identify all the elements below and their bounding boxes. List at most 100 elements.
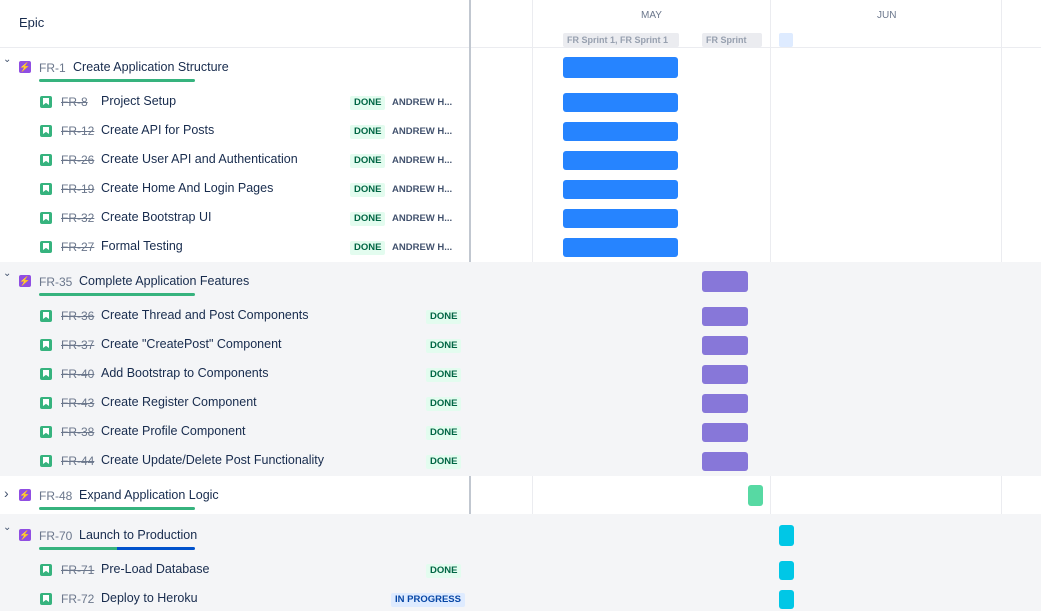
issue-summary[interactable]: Create Profile Component — [101, 424, 246, 438]
assignee-name[interactable]: ANDREW H... — [392, 184, 452, 195]
assignee-name[interactable]: ANDREW H... — [392, 242, 452, 253]
issue-summary[interactable]: Project Setup — [101, 94, 176, 108]
issue-key[interactable]: FR-32 — [61, 211, 94, 225]
epic-timeline-bar[interactable] — [748, 485, 763, 506]
assignee-name[interactable]: ANDREW H... — [392, 155, 452, 166]
issue-summary[interactable]: Create Update/Delete Post Functionality — [101, 453, 324, 467]
issue-row[interactable]: FR-71 Pre-Load Database DONE — [0, 556, 469, 585]
sprint-marker-future[interactable] — [779, 33, 793, 47]
epic-timeline-bar[interactable] — [563, 57, 678, 78]
status-lozenge[interactable]: DONE — [350, 154, 386, 168]
issue-row[interactable]: FR-37 Create "CreatePost" Component DONE — [0, 331, 469, 360]
issue-key[interactable]: FR-36 — [61, 309, 94, 323]
issue-timeline-bar[interactable] — [563, 151, 678, 170]
issue-summary[interactable]: Create Thread and Post Components — [101, 308, 309, 322]
chevron-right-icon[interactable]: › — [4, 485, 9, 501]
issue-timeline-bar[interactable] — [779, 561, 794, 580]
issue-row[interactable]: FR-26 Create User API and Authentication D… — [0, 146, 469, 175]
issue-row[interactable]: FR-44 Create Update/Delete Post Functiona… — [0, 447, 469, 476]
issue-summary[interactable]: Pre-Load Database — [101, 562, 209, 576]
issue-key[interactable]: FR-44 — [61, 454, 94, 468]
issue-key[interactable]: FR-71 — [61, 563, 94, 577]
issue-timeline-bar[interactable] — [563, 93, 678, 112]
issue-timeline-bar[interactable] — [702, 452, 748, 471]
epic-row[interactable]: ⌄ ⚡ FR-70 Launch to Production — [0, 518, 469, 552]
epic-key[interactable]: FR-70 — [39, 529, 72, 543]
issue-timeline-bar[interactable] — [779, 590, 794, 609]
chevron-down-icon[interactable]: ⌄ — [3, 268, 11, 279]
status-lozenge[interactable]: DONE — [426, 310, 462, 324]
issue-key[interactable]: FR-8 — [61, 95, 88, 109]
epic-row[interactable]: › ⚡ FR-48 Expand Application Logic — [0, 478, 469, 512]
status-lozenge[interactable]: DONE — [350, 183, 386, 197]
issue-timeline-bar[interactable] — [563, 209, 678, 228]
assignee-name[interactable]: ANDREW H... — [392, 213, 452, 224]
epic-timeline-bar[interactable] — [702, 271, 748, 292]
issue-timeline-bar[interactable] — [563, 180, 678, 199]
status-lozenge[interactable]: DONE — [426, 564, 462, 578]
sprint-marker[interactable]: FR Sprint — [702, 33, 762, 47]
status-lozenge[interactable]: DONE — [350, 125, 386, 139]
story-icon — [40, 183, 52, 195]
issue-summary[interactable]: Create Home And Login Pages — [101, 181, 273, 195]
issue-summary[interactable]: Create User API and Authentication — [101, 152, 298, 166]
issue-timeline-bar[interactable] — [702, 365, 748, 384]
issue-summary[interactable]: Create Register Component — [101, 395, 257, 409]
status-lozenge[interactable]: DONE — [350, 241, 386, 255]
issue-key[interactable]: FR-72 — [61, 592, 94, 606]
epic-key[interactable]: FR-35 — [39, 275, 72, 289]
status-lozenge[interactable]: DONE — [426, 426, 462, 440]
issue-row[interactable]: FR-32 Create Bootstrap UI DONE ANDREW H... — [0, 204, 469, 233]
issue-timeline-bar[interactable] — [702, 336, 748, 355]
issue-key[interactable]: FR-27 — [61, 240, 94, 254]
issue-timeline-bar[interactable] — [702, 423, 748, 442]
issue-timeline-bar[interactable] — [702, 307, 748, 326]
issue-key[interactable]: FR-26 — [61, 153, 94, 167]
issue-key[interactable]: FR-12 — [61, 124, 94, 138]
issue-row[interactable]: FR-36 Create Thread and Post Components DO… — [0, 302, 469, 331]
epic-key[interactable]: FR-1 — [39, 61, 66, 75]
issue-summary[interactable]: Deploy to Heroku — [101, 591, 198, 605]
epic-row[interactable]: ⌄ ⚡ FR-35 Complete Application Features — [0, 264, 469, 298]
issue-key[interactable]: FR-19 — [61, 182, 94, 196]
status-lozenge[interactable]: IN PROGRESS — [391, 593, 465, 607]
issue-summary[interactable]: Create API for Posts — [101, 123, 214, 137]
status-lozenge[interactable]: DONE — [426, 368, 462, 382]
issue-row[interactable]: FR-72 Deploy to Heroku IN PROGRESS — [0, 585, 469, 614]
assignee-name[interactable]: ANDREW H... — [392, 126, 452, 137]
status-lozenge[interactable]: DONE — [426, 397, 462, 411]
issue-row[interactable]: FR-8 Project Setup DONE ANDREW H... — [0, 88, 469, 117]
issue-row[interactable]: FR-43 Create Register Component DONE — [0, 389, 469, 418]
status-lozenge[interactable]: DONE — [350, 212, 386, 226]
chevron-down-icon[interactable]: ⌄ — [3, 54, 11, 65]
issue-key[interactable]: FR-43 — [61, 396, 94, 410]
issue-summary[interactable]: Create Bootstrap UI — [101, 210, 211, 224]
status-lozenge[interactable]: DONE — [426, 455, 462, 469]
issue-timeline-bar[interactable] — [702, 394, 748, 413]
issue-row[interactable]: FR-38 Create Profile Component DONE — [0, 418, 469, 447]
issue-summary[interactable]: Add Bootstrap to Components — [101, 366, 268, 380]
assignee-name[interactable]: ANDREW H... — [392, 97, 452, 108]
epic-summary[interactable]: Expand Application Logic — [79, 488, 219, 502]
status-lozenge[interactable]: DONE — [350, 96, 386, 110]
epic-summary[interactable]: Launch to Production — [79, 528, 197, 542]
sprint-marker[interactable]: FR Sprint 1, FR Sprint 1 — [563, 33, 679, 47]
issue-timeline-bar[interactable] — [563, 238, 678, 257]
issue-summary[interactable]: Create "CreatePost" Component — [101, 337, 282, 351]
issue-key[interactable]: FR-38 — [61, 425, 94, 439]
issue-row[interactable]: FR-27 Formal Testing DONE ANDREW H... — [0, 233, 469, 262]
issue-key[interactable]: FR-37 — [61, 338, 94, 352]
issue-row[interactable]: FR-40 Add Bootstrap to Components DONE — [0, 360, 469, 389]
chevron-down-icon[interactable]: ⌄ — [3, 522, 11, 533]
epic-timeline-bar[interactable] — [779, 525, 794, 546]
status-lozenge[interactable]: DONE — [426, 339, 462, 353]
issue-row[interactable]: FR-19 Create Home And Login Pages DONE ANDR… — [0, 175, 469, 204]
issue-key[interactable]: FR-40 — [61, 367, 94, 381]
epic-summary[interactable]: Create Application Structure — [73, 60, 229, 74]
epic-key[interactable]: FR-48 — [39, 489, 72, 503]
epic-row[interactable]: ⌄ ⚡ FR-1 Create Application Structure — [0, 50, 469, 84]
issue-timeline-bar[interactable] — [563, 122, 678, 141]
issue-row[interactable]: FR-12 Create API for Posts DONE ANDREW H... — [0, 117, 469, 146]
issue-summary[interactable]: Formal Testing — [101, 239, 183, 253]
epic-summary[interactable]: Complete Application Features — [79, 274, 249, 288]
